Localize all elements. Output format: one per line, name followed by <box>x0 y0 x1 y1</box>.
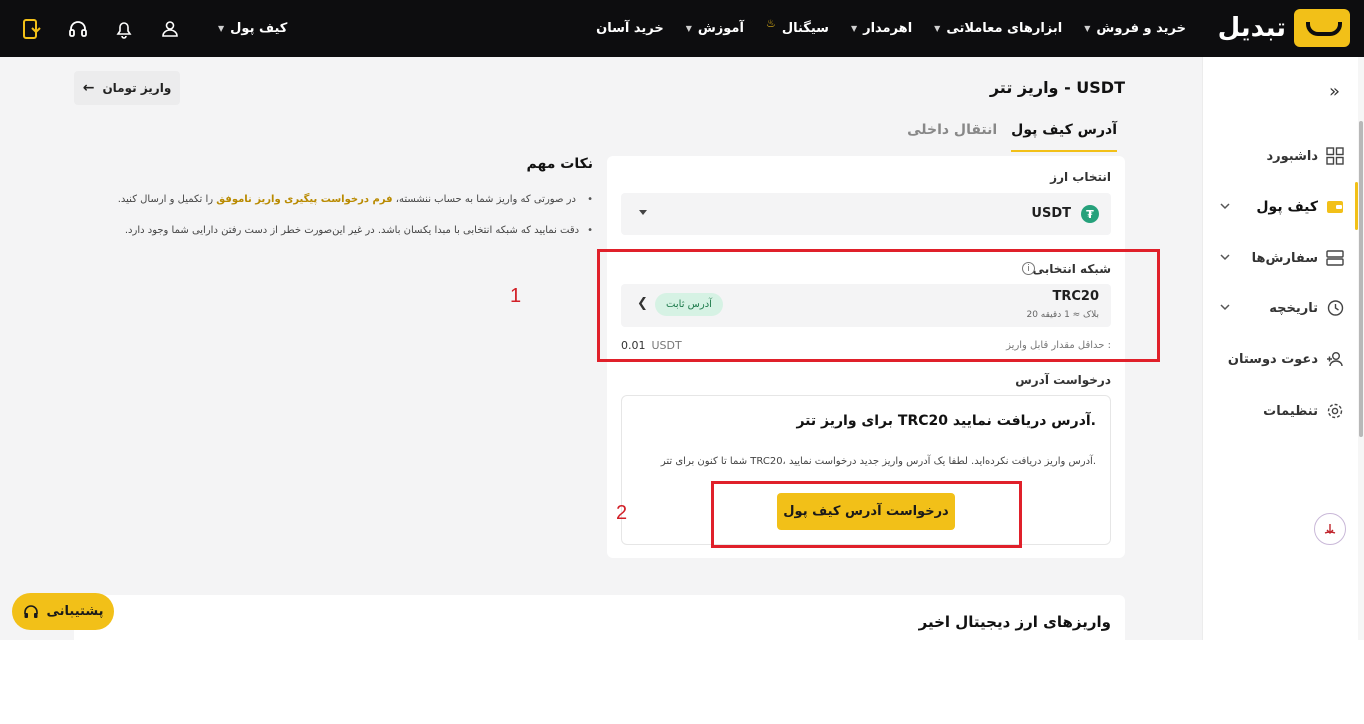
top-actions: ▼ کیف پول <box>20 0 287 57</box>
tab-wallet-address[interactable]: آدرس کیف پول <box>1011 122 1117 152</box>
arrow-left-icon: ← <box>82 80 95 96</box>
nav-signal[interactable]: سیگنال ♨ <box>766 17 829 36</box>
orders-icon <box>1326 250 1344 266</box>
sidebar-item-dashboard[interactable]: داشبورد <box>1218 144 1344 168</box>
currency-label: انتخاب ارز <box>1050 170 1111 184</box>
request-description: شما تا کنون برای تتر TRC20، آدرس واریز د… <box>660 456 1096 467</box>
request-section-label: درخواست آدرس <box>1015 373 1111 387</box>
user-icon[interactable] <box>158 17 182 41</box>
note-item: در صورتی که واریز شما به حساب ننشسته، فر… <box>118 194 593 205</box>
brand-name: تبدیل <box>1217 13 1286 43</box>
chevron-down-icon: ▼ <box>850 24 858 33</box>
chevron-down-icon: ▼ <box>934 24 941 33</box>
nav-buy-sell[interactable]: خرید و فروش ▼ <box>1084 21 1186 36</box>
chevron-down-icon <box>1220 203 1230 210</box>
recent-deposits-card: واریزهای ارز دیجیتال اخیر <box>74 595 1125 640</box>
page-scrollbar[interactable] <box>1358 57 1364 640</box>
fire-icon: ♨ <box>765 17 776 30</box>
tab-internal-transfer[interactable]: انتقال داخلی <box>907 122 997 152</box>
history-icon <box>1327 300 1344 316</box>
chevron-down-icon <box>1220 304 1230 311</box>
annotation-number-2: 2 <box>616 502 628 524</box>
deposit-tabs: آدرس کیف پول انتقال داخلی <box>907 122 1117 152</box>
grid-icon <box>1326 147 1344 165</box>
top-bar: تبدیل خرید و فروش ▼ ابزارهای معاملاتی ▼ اه… <box>0 0 1364 57</box>
recent-deposits-title: واریزهای ارز دیجیتال اخیر <box>918 613 1111 631</box>
logo-icon <box>1294 9 1350 47</box>
floating-widget-icon[interactable] <box>1314 513 1346 545</box>
app-window: تبدیل خرید و فروش ▼ ابزارهای معاملاتی ▼ اه… <box>0 0 1364 640</box>
sidebar-item-invite[interactable]: دعوت دوستان <box>1218 347 1344 371</box>
gear-icon <box>1327 403 1343 419</box>
sidebar-item-history[interactable]: تاریخچه <box>1218 296 1344 320</box>
nav-trading-tools[interactable]: ابزارهای معاملاتی ▼ <box>934 21 1062 36</box>
nav-leverage[interactable]: اهرمدار ▼ <box>851 21 912 36</box>
sidebar-item-orders[interactable]: سفارش‌ها <box>1218 246 1344 270</box>
request-title: برای واریز تتر TRC20 آدرس دریافت نمایید. <box>796 413 1096 429</box>
chevron-down-icon: ▼ <box>685 24 692 33</box>
failed-deposit-form-link[interactable]: فرم درخواست پیگیری واریز ناموفق <box>216 194 392 205</box>
page-title: واریز تتر - USDT <box>989 78 1125 97</box>
headset-icon <box>23 604 38 618</box>
annotation-box-network <box>597 249 1160 362</box>
annotation-number-1: 1 <box>510 285 522 307</box>
notes-title: نکات مهم <box>526 156 594 172</box>
bell-icon[interactable] <box>112 17 136 41</box>
currency-select[interactable]: ₮ USDT <box>621 193 1111 235</box>
main-nav: خرید و فروش ▼ ابزارهای معاملاتی ▼ اهرمدار ▼… <box>596 0 1186 57</box>
wallet-dropdown[interactable]: ▼ کیف پول <box>218 21 287 36</box>
headset-icon[interactable] <box>66 17 90 41</box>
logo[interactable]: تبدیل <box>1218 9 1350 47</box>
toman-deposit-button[interactable]: ← واریز تومان <box>74 71 180 105</box>
sidebar-item-wallet[interactable]: کیف پول <box>1218 195 1344 219</box>
chevron-down-icon: ▼ <box>218 24 225 33</box>
annotation-box-button <box>711 481 1022 548</box>
wallet-icon <box>1327 201 1343 213</box>
add-user-icon <box>1327 352 1343 367</box>
collapse-sidebar-icon[interactable]: » <box>1329 81 1340 102</box>
nav-learn[interactable]: آموزش ▼ <box>686 21 744 36</box>
nav-easy-buy[interactable]: خرید آسان <box>596 21 664 36</box>
sidebar-item-settings[interactable]: تنظیمات <box>1218 399 1344 423</box>
tether-icon: ₮ <box>1081 205 1099 223</box>
scrollbar-thumb[interactable] <box>1359 121 1363 437</box>
support-button[interactable]: پشتیبانی <box>12 593 114 630</box>
chevron-down-icon <box>1220 254 1230 261</box>
note-item: دقت نمایید که شبکه انتخابی با مبدا یکسان… <box>125 225 593 236</box>
download-app-icon[interactable] <box>20 17 44 41</box>
chevron-down-icon <box>639 210 647 215</box>
chevron-down-icon: ▼ <box>1084 24 1091 33</box>
currency-value: USDT <box>1031 206 1071 221</box>
sidebar: » داشبورد کیف پول سفارش‌ها تاریخچه دعوت … <box>1202 57 1364 640</box>
